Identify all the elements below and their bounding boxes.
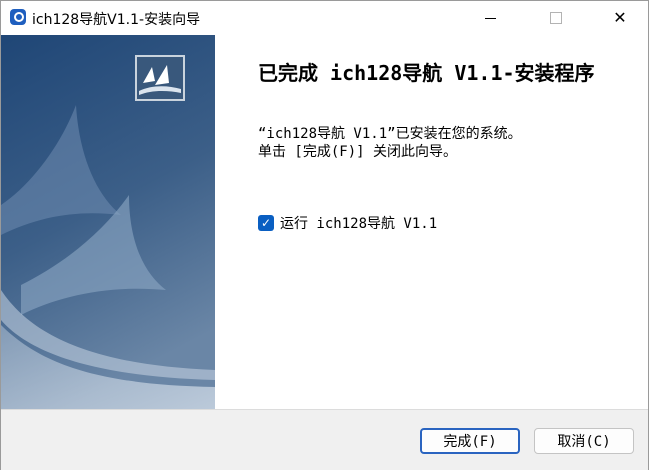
close-icon: ✕ <box>613 8 627 27</box>
title-bar[interactable]: ich128导航V1.1-安装向导 ✕ <box>1 1 648 35</box>
run-app-option[interactable]: ✓ 运行 ich128导航 V1.1 <box>258 213 437 233</box>
cancel-button[interactable]: 取消(C) <box>534 428 634 454</box>
run-checkbox[interactable]: ✓ <box>258 215 274 231</box>
app-icon <box>10 9 26 25</box>
checkmark-icon: ✓ <box>260 216 272 230</box>
installer-logo <box>135 55 185 101</box>
minimize-icon <box>484 17 496 19</box>
finish-instruction: 单击 [完成(F)] 关闭此向导。 <box>258 144 458 160</box>
installer-window: ich128导航V1.1-安装向导 ✕ 已完成 ich128导航 V1.1-安装… <box>0 0 649 470</box>
logo-icon <box>137 57 183 99</box>
finish-button[interactable]: 完成(F) <box>420 428 520 454</box>
page-title: 已完成 ich128导航 V1.1-安装程序 <box>258 61 595 85</box>
completion-message: “ich128导航 V1.1”已安装在您的系统。 <box>258 126 522 142</box>
minimize-button[interactable] <box>467 1 513 35</box>
run-checkbox-label[interactable]: 运行 ich128导航 V1.1 <box>280 213 437 233</box>
close-button[interactable]: ✕ <box>597 1 643 35</box>
maximize-icon <box>550 12 562 24</box>
window-title: ich128导航V1.1-安装向导 <box>32 12 201 28</box>
button-bar: 完成(F) 取消(C) <box>1 409 648 470</box>
wizard-side-image <box>1 35 215 409</box>
maximize-button[interactable] <box>533 1 579 35</box>
